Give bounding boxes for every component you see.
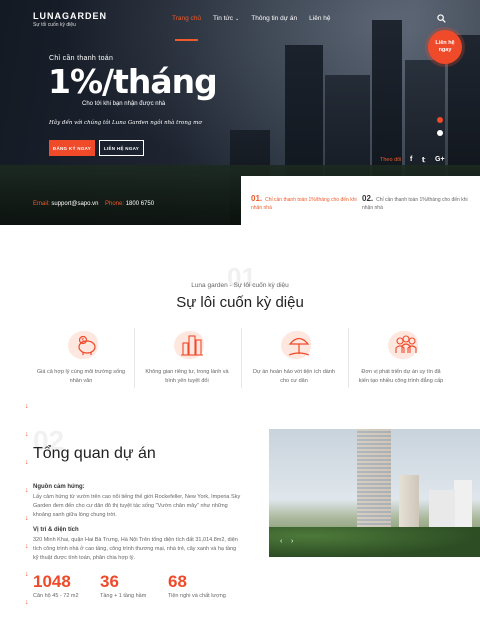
arrow-down-icon: ↓: [25, 543, 29, 550]
hero-email: Email: support@sapo.vn: [33, 201, 98, 207]
email-value[interactable]: support@sapo.vn: [51, 201, 98, 207]
facebook-icon[interactable]: f: [410, 156, 412, 163]
location-text: 320 Minh Khai, quận Hai Bà Trưng, Hà Nội…: [33, 536, 243, 563]
feature-text-line2: cho cư dân: [280, 377, 308, 384]
location-heading: Vị trí & diện tích: [33, 527, 79, 533]
piggy-bank-icon: $: [78, 335, 96, 355]
city-buildings-icon: [181, 335, 203, 356]
feature-card-developer: Đơn vị phát triển dự án uy tín đã kiến tạ…: [348, 325, 454, 393]
hero-phone: Phone: 1800 6750: [105, 201, 154, 207]
scroll-timeline: ↓ ↓ ↓ ↓ ↓ ↓ ↓ ↓: [25, 403, 29, 626]
feature-text-line1: Giá cả hợp lý cùng môi trường sống: [36, 369, 126, 375]
arrow-down-icon: ↓: [25, 599, 29, 606]
hero-headline: 1%/tháng: [48, 62, 218, 101]
contact-now-line1: Liên hệ: [435, 39, 455, 46]
feature-card-privacy: Không gian riêng tư, trong lành và bình y…: [134, 325, 240, 393]
nav-item-home[interactable]: Trang chủ: [172, 15, 201, 41]
hero-subheadline: Cho tới khi bạn nhận được nhà: [82, 101, 166, 107]
feature-card-amenities: Dự án hoàn hảo với tiện ích dành cho cư d…: [241, 325, 347, 393]
phone-label: Phone:: [105, 201, 125, 207]
photo-next-arrow[interactable]: ›: [291, 538, 293, 545]
hero-panel-item-1[interactable]: 01. Chỉ cần thanh toán 1%/tháng cho đến k…: [251, 193, 359, 212]
arrow-down-icon: ↓: [25, 431, 29, 438]
follow-label: Theo dõi: [380, 157, 402, 163]
logo-prefix: LUNA: [33, 11, 62, 21]
arrow-down-icon: ↓: [25, 459, 29, 466]
email-label: Email:: [33, 201, 50, 207]
location-line: kỹ thuật được tính toán, phân chia hợp l…: [33, 555, 136, 562]
section-subtitle: Luna garden - Sự lôi cuốn kỳ diệu: [191, 282, 289, 289]
location-line: tích công trình nhà ở cao tầng, công trì…: [33, 546, 237, 553]
feature-text-line1: Không gian riêng tư, trong lành và: [145, 369, 229, 375]
inspiration-line: Lấy cảm hứng từ vườn trên cao nổi tiếng …: [33, 494, 241, 500]
inspiration-line: Garden đem đến cho cư dân đô thị tuyệt t…: [33, 503, 228, 510]
hero-panel-num-2: 02.: [362, 194, 374, 203]
contact-now-outline-button[interactable]: LIÊN HỆ NGAY: [99, 140, 144, 156]
hero-panel-text-2: Chỉ cần thanh toán 1%/tháng cho đến khi …: [362, 197, 468, 211]
stat-apartments-label: Căn hộ 45 - 72 m2: [33, 593, 79, 599]
twitter-icon[interactable]: 𝕥: [422, 156, 425, 164]
feature-text-line2: nhân văn: [69, 377, 93, 384]
register-now-button[interactable]: ĐĂNG KÝ NGAY: [49, 140, 95, 156]
main-nav: Trang chủ Tin tức ⌄ Thông tin dự án Liên …: [172, 15, 343, 41]
stat-apartments-value: 1048: [33, 572, 71, 591]
inspiration-line: khoảng xanh giữa lòng chung trời.: [33, 512, 117, 519]
slider-dot-active[interactable]: [437, 117, 443, 123]
svg-text:$: $: [82, 338, 85, 344]
slider-dot[interactable]: [437, 130, 443, 136]
project-photo: [269, 429, 480, 557]
hero-info-panel: 01. Chỉ cần thanh toán 1%/tháng cho đến k…: [241, 176, 480, 225]
project-overview-title: Tổng quan dự án: [33, 445, 156, 462]
inspiration-heading: Nguồn cảm hứng:: [33, 484, 85, 490]
photo-prev-arrow[interactable]: ‹: [280, 538, 282, 545]
arrow-down-icon: ↓: [25, 487, 29, 494]
feature-text-line2: bình yên tuyệt đối: [165, 377, 209, 384]
hero-panel-text-1: Chỉ cần thanh toán 1%/tháng cho đến khi …: [251, 197, 357, 211]
stat-floors-value: 36: [100, 572, 119, 591]
chevron-down-icon: ⌄: [235, 16, 240, 22]
phone-value[interactable]: 1800 6750: [126, 201, 154, 207]
contact-now-button[interactable]: Liên hệ ngay: [428, 30, 462, 64]
arrow-down-icon: ↓: [25, 403, 29, 410]
stat-floors-label: Tầng + 1 tầng hầm: [100, 593, 147, 599]
feature-text-line1: Đơn vị phát triển dự án uy tín đã: [361, 369, 441, 375]
section-title: Sự lôi cuốn kỳ diệu: [176, 294, 304, 311]
hero-slogan: Hãy đến với chúng tôi Luna Garden ngôi n…: [49, 120, 202, 126]
stat-amenities-label: Tiện nghi và chất lượng: [168, 593, 226, 599]
hero-banner: LUNAGARDEN Sự tối cuốn kỳ diệu Trang chủ…: [0, 0, 480, 225]
arrow-down-icon: ↓: [25, 515, 29, 522]
arrow-down-icon: ↓: [25, 571, 29, 578]
people-group-icon: [395, 335, 417, 353]
logo-suffix: GARDEN: [62, 11, 108, 21]
inspiration-text: Lấy cảm hứng từ vườn trên cao nổi tiếng …: [33, 493, 243, 520]
hero-panel-item-2[interactable]: 02. Chỉ cần thanh toán 1%/tháng cho đến k…: [362, 193, 470, 212]
beach-umbrella-icon: [288, 337, 310, 356]
feature-text-line1: Dự án hoàn hảo với tiện ích dành: [253, 369, 335, 375]
search-icon[interactable]: [437, 14, 446, 23]
location-line: 320 Minh Khai, quận Hai Bà Trưng, Hà Nội…: [33, 537, 238, 543]
nav-item-contact[interactable]: Liên hệ: [309, 15, 330, 22]
site-logo[interactable]: LUNAGARDEN Sự tối cuốn kỳ diệu: [33, 11, 107, 28]
hero-kicker: Chỉ cần thanh toán: [49, 55, 114, 62]
nav-item-news[interactable]: Tin tức ⌄: [213, 15, 239, 22]
nav-item-project-info[interactable]: Thông tin dự án: [251, 15, 297, 22]
feature-text-line2: kiến tạo nhiều công trình đẳng cấp: [358, 377, 444, 384]
contact-now-line2: ngay: [438, 47, 452, 53]
stat-amenities-value: 68: [168, 572, 187, 591]
hero-panel-num-1: 01.: [251, 194, 263, 203]
google-plus-icon[interactable]: G+: [435, 156, 445, 163]
logo-tagline: Sự tối cuốn kỳ diệu: [33, 22, 76, 28]
nav-item-news-label: Tin tức: [213, 15, 234, 22]
feature-card-price: $ Giá cả hợp lý cùng môi trường sống nhân…: [28, 325, 134, 393]
